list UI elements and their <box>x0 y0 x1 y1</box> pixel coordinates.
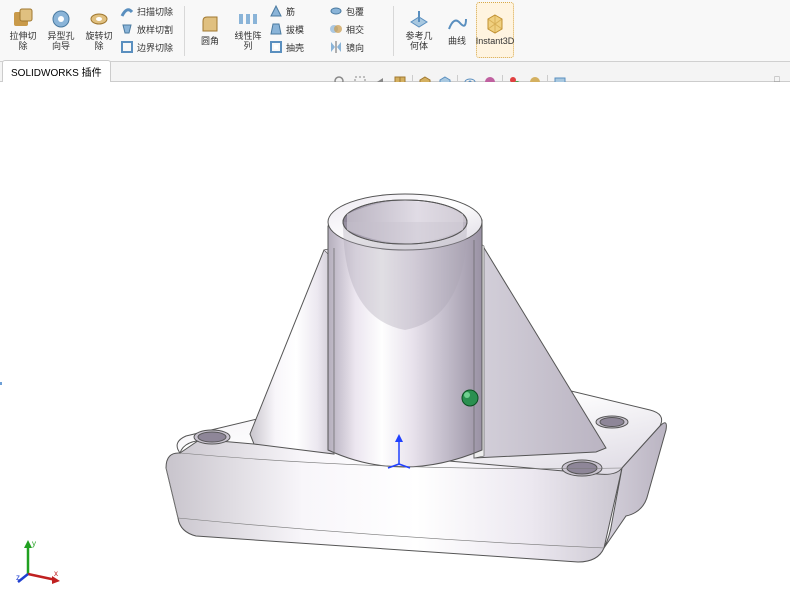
extruded-cut-icon <box>12 8 34 30</box>
wrap-button[interactable]: 包覆 <box>327 2 387 20</box>
linear-pattern-icon <box>237 8 259 30</box>
extruded-cut-button[interactable]: 拉伸切 除 <box>4 2 42 58</box>
revolved-cut-button[interactable]: 旋转切 除 <box>80 2 118 58</box>
ribbon-label: Instant3D <box>476 37 515 47</box>
boundary-cut-button[interactable]: 边界切除 <box>118 38 178 56</box>
ribbon-separator <box>393 6 394 56</box>
ribbon-label: 拔模 <box>286 23 304 36</box>
ribbon-label: 圆角 <box>201 37 219 47</box>
fillet-button[interactable]: 圆角 <box>191 2 229 58</box>
svg-text:x: x <box>54 569 58 578</box>
lofted-cut-icon <box>120 22 134 36</box>
intersect-button[interactable]: 相交 <box>327 20 387 38</box>
draft-button[interactable]: 拔模 <box>267 20 327 38</box>
rib-button[interactable]: 筋 <box>267 2 327 20</box>
3d-model <box>150 118 670 568</box>
fillet-icon <box>199 13 221 35</box>
revolved-cut-icon <box>88 8 110 30</box>
3d-viewport[interactable]: y x z <box>0 82 790 592</box>
hole-wizard-icon <box>50 8 72 30</box>
rib-icon <box>269 4 283 18</box>
ribbon-label: 边界切除 <box>137 41 173 54</box>
instant3d-icon <box>484 13 506 35</box>
hole-wizard-button[interactable]: 异型孔 向导 <box>42 2 80 58</box>
ribbon-label: 曲线 <box>448 37 466 47</box>
boundary-cut-icon <box>120 40 134 54</box>
ref-geometry-icon <box>408 8 430 30</box>
intersect-icon <box>329 22 343 36</box>
mirror-icon <box>329 40 343 54</box>
wrap-icon <box>329 4 343 18</box>
ref-geometry-button[interactable]: 参考几 何体 <box>400 2 438 58</box>
shell-icon <box>269 40 283 54</box>
shell-button[interactable]: 抽壳 <box>267 38 327 56</box>
ribbon-label: 参考几 何体 <box>402 32 436 52</box>
ribbon-label: 抽壳 <box>286 41 304 54</box>
svg-text:z: z <box>16 573 20 582</box>
ribbon-label: 相交 <box>346 23 364 36</box>
instant3d-button[interactable]: Instant3D <box>476 2 514 58</box>
ribbon-label: 扫描切除 <box>137 5 173 18</box>
ribbon-label: 异型孔 向导 <box>44 32 78 52</box>
ribbon-label: 线性阵 列 <box>231 32 265 52</box>
svg-text:y: y <box>32 539 36 548</box>
swept-cut-button[interactable]: 扫描切除 <box>118 2 178 20</box>
ribbon-label: 放样切割 <box>137 23 173 36</box>
ribbon-label: 拉伸切 除 <box>6 32 40 52</box>
coordinate-triad: y x z <box>14 536 62 584</box>
lofted-cut-button[interactable]: 放样切割 <box>118 20 178 38</box>
tab-solidworks-addins[interactable]: SOLIDWORKS 插件 <box>2 60 111 82</box>
ribbon-label: 筋 <box>286 5 295 18</box>
ribbon-label: 镜向 <box>346 41 364 54</box>
linear-pattern-button[interactable]: 线性阵 列 <box>229 2 267 58</box>
feature-tree-edge[interactable] <box>0 382 2 385</box>
origin-marker <box>384 434 414 470</box>
ribbon-label: 旋转切 除 <box>82 32 116 52</box>
mirror-button[interactable]: 镜向 <box>327 38 387 56</box>
ribbon-toolbar: 拉伸切 除 异型孔 向导 旋转切 除 扫描切除 放样切割 边界切除 圆角 线性阵… <box>0 0 790 62</box>
draft-icon <box>269 22 283 36</box>
curves-button[interactable]: 曲线 <box>438 2 476 58</box>
curves-icon <box>446 13 468 35</box>
ribbon-separator <box>184 6 185 56</box>
ribbon-label: 包覆 <box>346 5 364 18</box>
swept-cut-icon <box>120 4 134 18</box>
